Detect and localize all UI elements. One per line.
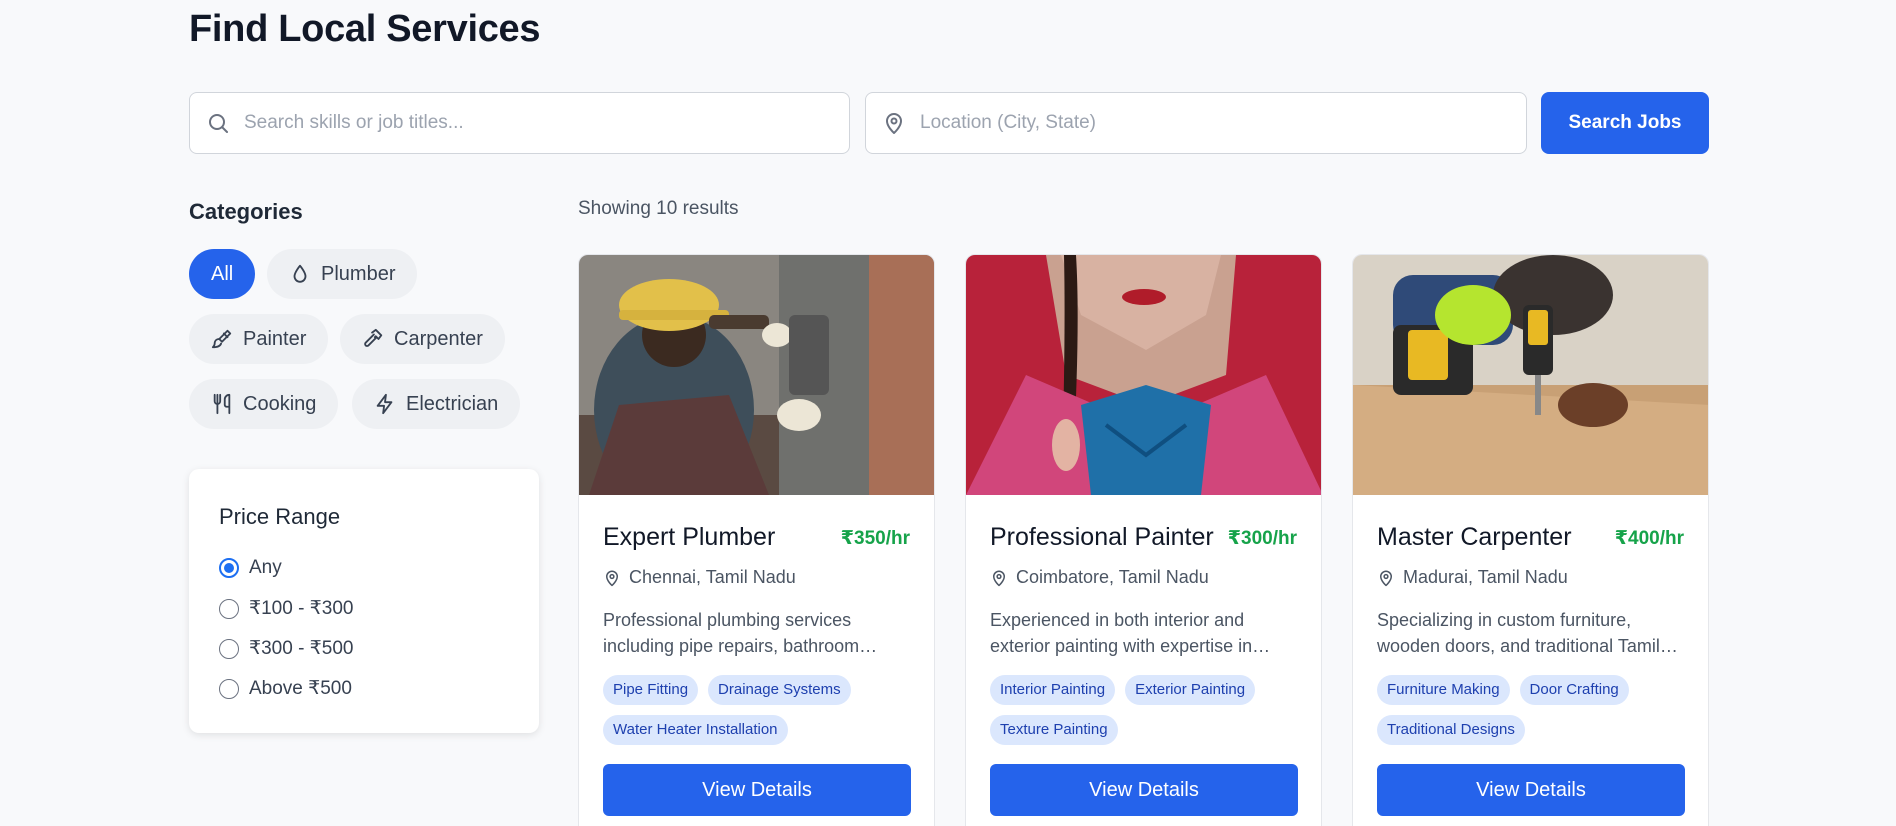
utensils-icon bbox=[213, 393, 231, 415]
service-location-text: Chennai, Tamil Nadu bbox=[629, 567, 796, 587]
skill-tags: Pipe Fitting Drainage Systems Water Heat… bbox=[603, 675, 923, 745]
radio-button[interactable] bbox=[219, 598, 239, 619]
service-description: Experienced in both interior and exterio… bbox=[990, 610, 1253, 656]
view-details-button[interactable]: View Details bbox=[603, 764, 911, 816]
page-title: Find Local Services bbox=[189, 8, 541, 50]
skills-search-field[interactable] bbox=[189, 92, 850, 154]
category-chip-all[interactable]: All bbox=[189, 249, 256, 299]
view-details-button[interactable]: View Details bbox=[990, 764, 1298, 816]
service-card[interactable]: Professional Painter ₹300/hr Coimbatore,… bbox=[965, 254, 1322, 826]
skill-tag: Door Crafting bbox=[1519, 675, 1629, 705]
skill-tag: Pipe Fitting bbox=[603, 675, 699, 705]
price-option-label: ₹300 - ₹500 bbox=[249, 638, 354, 659]
service-photo-plumber bbox=[579, 255, 934, 495]
skills-search-input[interactable] bbox=[244, 93, 849, 153]
service-price: ₹300/hr bbox=[1227, 528, 1297, 549]
price-range-panel: Price Range Any ₹100 - ₹300 ₹300 - ₹500 … bbox=[189, 469, 539, 733]
category-chip-plumber[interactable]: Plumber bbox=[267, 249, 418, 299]
skill-tags: Interior Painting Exterior Painting Text… bbox=[990, 675, 1310, 745]
view-details-button[interactable]: View Details bbox=[1377, 764, 1685, 816]
skill-tag: Texture Painting bbox=[990, 715, 1118, 745]
droplet-icon bbox=[293, 264, 307, 283]
skill-tag: Interior Painting bbox=[990, 675, 1116, 705]
category-chip-electrician[interactable]: Electrician bbox=[352, 379, 521, 429]
price-option-above-500[interactable]: Above ₹500 bbox=[219, 677, 352, 700]
paintbrush-icon bbox=[211, 329, 232, 349]
category-chip-label: Electrician bbox=[406, 392, 499, 415]
radio-button[interactable] bbox=[219, 558, 239, 578]
category-chip-cooking[interactable]: Cooking bbox=[189, 379, 339, 429]
map-pin-icon bbox=[993, 570, 1005, 586]
skill-tag: Furniture Making bbox=[1377, 675, 1510, 705]
price-option-label: Above ₹500 bbox=[249, 678, 352, 699]
skill-tag: Drainage Systems bbox=[708, 675, 851, 705]
search-jobs-button[interactable]: Search Jobs bbox=[1541, 92, 1709, 154]
map-pin-icon bbox=[606, 570, 618, 586]
service-card[interactable]: Master Carpenter ₹400/hr Madurai, Tamil … bbox=[1352, 254, 1709, 826]
price-option-label: ₹100 - ₹300 bbox=[249, 598, 354, 619]
skill-tag: Water Heater Installation bbox=[603, 715, 788, 745]
service-description: Specializing in custom furniture, wooden… bbox=[1377, 610, 1660, 656]
skill-tag: Traditional Designs bbox=[1377, 715, 1525, 745]
radio-button[interactable] bbox=[219, 678, 239, 699]
service-description: Professional plumbing services including… bbox=[603, 610, 860, 656]
service-location: Chennai, Tamil Nadu bbox=[603, 567, 796, 588]
service-photo-painter bbox=[966, 255, 1321, 495]
category-chip-carpenter[interactable]: Carpenter bbox=[340, 314, 505, 364]
service-location-text: Madurai, Tamil Nadu bbox=[1403, 567, 1568, 587]
location-search-field[interactable] bbox=[865, 92, 1527, 154]
price-option-300-500[interactable]: ₹300 - ₹500 bbox=[219, 637, 353, 660]
service-price: ₹350/hr bbox=[840, 528, 910, 549]
category-chip-label: Cooking bbox=[243, 392, 317, 415]
category-chip-label: All bbox=[211, 262, 234, 285]
service-location: Madurai, Tamil Nadu bbox=[1377, 567, 1568, 588]
map-pin-icon bbox=[886, 113, 902, 134]
service-photo-carpenter bbox=[1353, 255, 1708, 495]
results-count: Showing 10 results bbox=[578, 198, 739, 219]
service-price: ₹400/hr bbox=[1614, 528, 1684, 549]
hammer-icon bbox=[364, 328, 383, 347]
radio-button[interactable] bbox=[219, 638, 239, 659]
category-chip-label: Carpenter bbox=[394, 327, 483, 350]
service-card[interactable]: Expert Plumber ₹350/hr Chennai, Tamil Na… bbox=[578, 254, 935, 826]
skill-tag: Exterior Painting bbox=[1125, 675, 1256, 705]
category-chip-label: Plumber bbox=[321, 262, 396, 285]
price-option-100-300[interactable]: ₹100 - ₹300 bbox=[219, 597, 353, 620]
categories-heading: Categories bbox=[189, 199, 303, 224]
category-chip-painter[interactable]: Painter bbox=[189, 314, 329, 364]
location-search-input[interactable] bbox=[920, 93, 1526, 153]
search-icon bbox=[209, 114, 228, 133]
service-name: Master Carpenter bbox=[1377, 523, 1572, 551]
price-range-heading: Price Range bbox=[219, 504, 341, 529]
bolt-icon bbox=[376, 393, 393, 415]
category-chip-label: Painter bbox=[243, 327, 307, 350]
price-option-any[interactable]: Any bbox=[219, 557, 282, 579]
service-name: Expert Plumber bbox=[603, 523, 776, 551]
service-location: Coimbatore, Tamil Nadu bbox=[990, 567, 1209, 588]
skill-tags: Furniture Making Door Crafting Tradition… bbox=[1377, 675, 1697, 745]
service-name: Professional Painter bbox=[990, 523, 1214, 551]
service-location-text: Coimbatore, Tamil Nadu bbox=[1016, 567, 1209, 587]
map-pin-icon bbox=[1380, 570, 1392, 586]
price-option-label: Any bbox=[249, 557, 282, 578]
